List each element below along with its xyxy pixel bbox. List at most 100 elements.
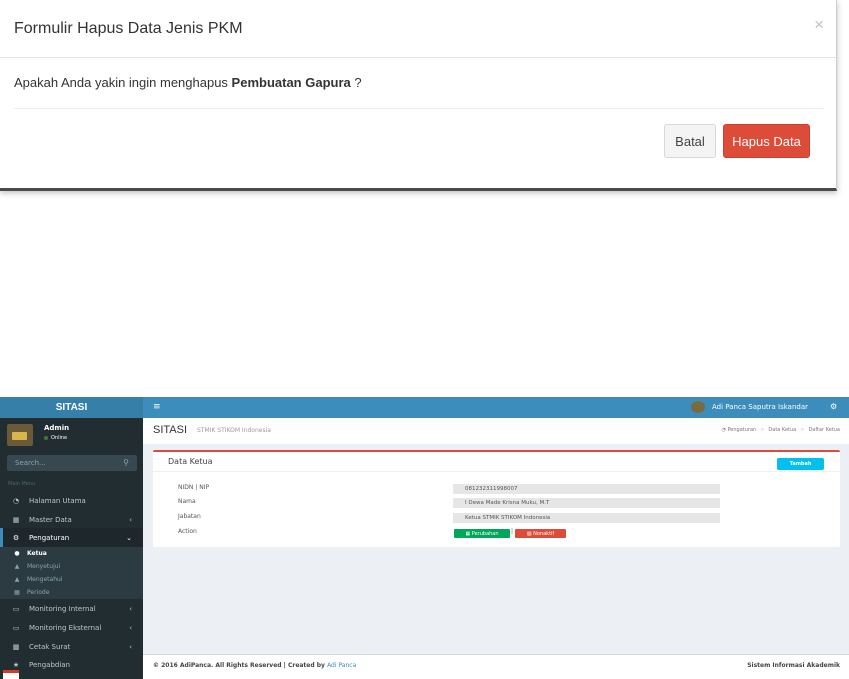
footer-app-name: Sistem Informasi Akademik: [747, 662, 840, 669]
footer: © 2016 AdiPanca. All Rights Reserved | C…: [143, 654, 849, 679]
close-icon[interactable]: ×: [814, 15, 824, 35]
user-name: Admin: [44, 424, 70, 432]
submenu-item-label: Mengetahui: [27, 576, 63, 583]
action-separator: |: [511, 528, 514, 535]
sidebar-item-pengabdian[interactable]: ★ Pengabdian: [0, 655, 143, 674]
modal-message: Apakah Anda yakin ingin menghapus Pembua…: [14, 75, 362, 90]
top-navbar: ≡ Adi Panca Saputra Iskandar ⚙: [143, 397, 849, 418]
page-title: SITASI: [153, 424, 188, 436]
field-value-jabatan: Ketua STMIK STIKOM Indonesia: [453, 513, 720, 523]
star-icon: ★: [12, 660, 20, 669]
breadcrumb-item: Daftar Ketua: [808, 427, 840, 433]
user-panel: Admin Online: [0, 418, 143, 452]
field-label: NIDN | NIP: [178, 484, 210, 491]
mail-icon: [3, 670, 19, 679]
top-avatar[interactable]: [691, 401, 705, 413]
modal-title: Formulir Hapus Data Jenis PKM: [14, 20, 243, 37]
sidebar-item-monitoring-eksternal[interactable]: ▭ Monitoring Eksternal ‹: [0, 618, 143, 637]
search-placeholder: Search...: [15, 459, 46, 467]
person-icon: ▲: [14, 576, 20, 583]
box-divider: [153, 471, 840, 472]
background-app: SITASI Admin Online Search... ⚲ Main Men…: [0, 397, 849, 679]
cancel-button[interactable]: Batal: [664, 124, 716, 158]
question-prefix: Apakah Anda yakin ingin menghapus: [14, 75, 232, 90]
database-icon: ▦: [12, 515, 20, 524]
field-value-nidn: 081232311998007: [453, 484, 720, 494]
delete-button[interactable]: Hapus Data: [723, 124, 810, 158]
add-button[interactable]: Tambah: [777, 458, 824, 470]
sidebar-item-halaman-utama[interactable]: ◔ Halaman Utama: [0, 491, 143, 510]
online-dot-icon: [44, 435, 48, 440]
search-icon[interactable]: ⚲: [123, 458, 129, 467]
footer-copyright: © 2016 AdiPanca. All Rights Reserved | C…: [153, 662, 356, 669]
calendar-icon: ▦: [14, 589, 20, 596]
gears-icon[interactable]: ⚙: [830, 402, 837, 411]
submenu-item-mengetahui[interactable]: ▲ Mengetahui: [13, 576, 63, 583]
delete-modal: Formulir Hapus Data Jenis PKM × Apakah A…: [0, 0, 837, 191]
submenu-pengaturan: ● Ketua ▲ Menyetujui ▲ Mengetahui ▦ Periode: [0, 547, 143, 599]
sidebar-item-label: Monitoring Internal: [29, 604, 96, 613]
print-icon: ▩: [12, 642, 20, 651]
breadcrumb-item[interactable]: Data Ketua: [768, 427, 796, 433]
avatar: [7, 424, 33, 446]
submenu-item-label: Ketua: [27, 550, 47, 557]
sidebar-item-label: Halaman Utama: [29, 496, 86, 505]
breadcrumb-separator: >: [760, 427, 765, 433]
submenu-item-menyetujui[interactable]: ▲ Menyetujui: [13, 563, 61, 570]
app-logo[interactable]: SITASI: [0, 397, 143, 418]
field-label: Action: [178, 528, 197, 535]
submenu-item-periode[interactable]: ▦ Periode: [13, 589, 49, 596]
sidebar-item-master-data[interactable]: ▦ Master Data ‹: [0, 510, 143, 529]
menu-header: Main Menu: [8, 481, 36, 487]
deactivate-button[interactable]: ▧ Nonaktif: [515, 529, 566, 538]
breadcrumb-separator: >: [800, 427, 805, 433]
monitor-icon: ▭: [12, 604, 20, 613]
user-icon: ●: [14, 550, 20, 557]
modal-header: Formulir Hapus Data Jenis PKM ×: [0, 0, 836, 58]
sidebar-item-cetak-surat[interactable]: ▩ Cetak Surat ‹: [0, 637, 143, 656]
content-header: SITASI STMIK STIKOM Indonesia ◔ Pengatur…: [143, 418, 849, 444]
edit-button[interactable]: ▦ Perubahan: [454, 529, 510, 538]
sidebar-item-label: Cetak Surat: [29, 642, 71, 651]
breadcrumb: ◔ Pengaturan > Data Ketua > Daftar Ketua: [722, 427, 841, 433]
edit-label: Perubahan: [471, 530, 499, 537]
author-link[interactable]: Adi Panca: [327, 662, 356, 669]
sidebar-item-pengaturan[interactable]: ⚙ Pengaturan ⌄: [0, 528, 143, 547]
chevron-left-icon: ‹: [129, 515, 132, 524]
chevron-down-icon: ⌄: [126, 533, 132, 542]
chevron-left-icon: ‹: [129, 642, 132, 651]
thumbs-up-icon: ▲: [14, 563, 20, 570]
field-value-nama: I Dewa Made Krisna Muku, M.T: [453, 498, 720, 508]
sidebar: SITASI Admin Online Search... ⚲ Main Men…: [0, 397, 143, 679]
page-subtitle: STMIK STIKOM Indonesia: [197, 427, 271, 434]
menu-toggle-icon[interactable]: ≡: [153, 402, 161, 412]
deactivate-label: Nonaktif: [533, 530, 555, 537]
sidebar-item-label: Pengabdian: [29, 660, 71, 669]
submenu-item-ketua[interactable]: ● Ketua: [13, 550, 47, 557]
item-name: Pembuatan Gapura: [231, 75, 351, 90]
chevron-left-icon: ‹: [129, 604, 132, 613]
submenu-item-label: Periode: [27, 589, 50, 596]
data-ketua-box: Data Ketua Tambah NIDN | NIP 08123231199…: [153, 450, 840, 547]
modal-divider: [14, 108, 824, 109]
submenu-item-label: Menyetujui: [27, 563, 61, 570]
field-label: Jabatan: [178, 513, 201, 520]
gears-icon: ⚙: [12, 533, 20, 542]
sidebar-item-label: Monitoring Eksternal: [29, 623, 102, 632]
box-title: Data Ketua: [168, 457, 213, 466]
user-status-label: Online: [51, 435, 68, 441]
monitor-icon: ▭: [12, 623, 20, 632]
chevron-left-icon: ‹: [129, 623, 132, 632]
screen: Formulir Hapus Data Jenis PKM × Apakah A…: [0, 0, 849, 679]
question-suffix: ?: [350, 75, 362, 90]
dashboard-icon: ◔: [12, 496, 20, 505]
sidebar-item-label: Master Data: [29, 515, 72, 524]
search-input[interactable]: Search... ⚲: [7, 455, 137, 471]
breadcrumb-item[interactable]: Pengaturan: [727, 427, 756, 433]
top-user-name[interactable]: Adi Panca Saputra Iskandar: [712, 403, 808, 411]
footer-copyright-text: © 2016 AdiPanca. All Rights Reserved | C…: [153, 662, 328, 669]
sidebar-item-label: Pengaturan: [29, 533, 70, 542]
user-status: Online: [44, 435, 67, 441]
field-label: Nama: [178, 498, 196, 505]
sidebar-item-monitoring-internal[interactable]: ▭ Monitoring Internal ‹: [0, 599, 143, 618]
